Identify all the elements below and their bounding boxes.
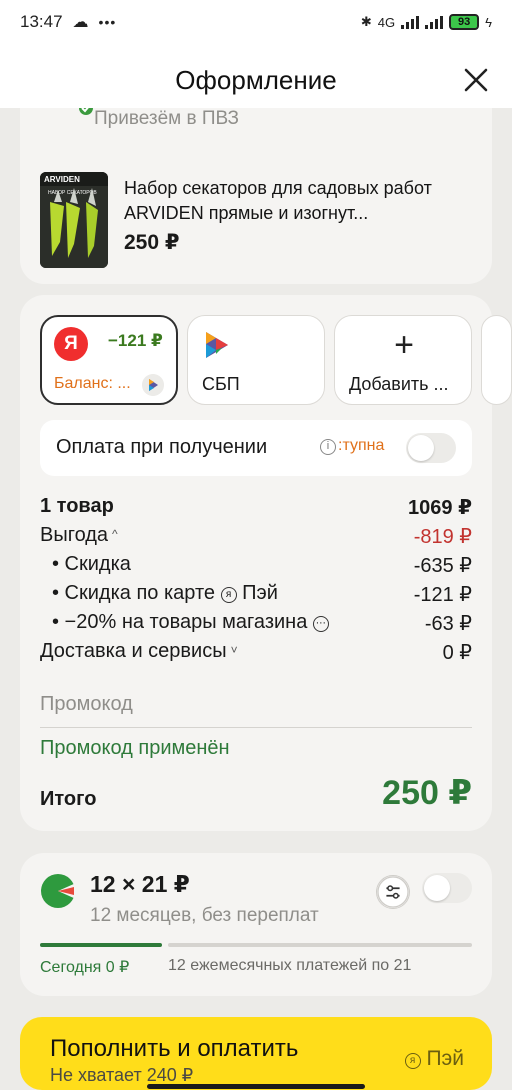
split-monthly: 12 ежемесячных платежей по 21: [168, 957, 412, 974]
split-payment-card[interactable]: 12 × 21 ₽ 12 месяцев, без переплат Сегод…: [20, 853, 492, 996]
status-time: 13:47: [20, 12, 63, 31]
order-card: Привезём в ПВЗ ARVIDEN НАБОР СЕКАТОРОВ Н…: [20, 102, 492, 284]
summary-card-discount-row: • Скидка по карте я Пэй -121 ₽: [40, 582, 472, 610]
card-discount-value: -121 ₽: [413, 584, 472, 606]
benefit-label: Выгода ^: [40, 524, 118, 547]
cash-on-delivery-option[interactable]: Оплата при получении i:тупна: [40, 420, 472, 476]
signal-icon: [401, 15, 420, 29]
chevron-up-icon: ^: [112, 527, 118, 541]
promo-code-status: Промокод применён: [40, 737, 230, 759]
sbp-icon: [206, 332, 228, 358]
summary-delivery-row[interactable]: Доставка и сервисы ˅ 0 ₽: [40, 640, 472, 668]
payment-method-yandex-balance[interactable]: Я −121 ₽ Баланс: ...: [40, 315, 178, 405]
status-icons: ✱ 4G 93 ϟ: [361, 14, 492, 30]
benefit-value: -819 ₽: [413, 526, 472, 548]
pay-button-label: Пополнить и оплатить: [50, 1035, 299, 1062]
total-label: Итого: [40, 788, 97, 810]
benefit-label-text: Выгода: [40, 524, 109, 546]
store-discount-label-text: • −20% на товары магазина: [52, 611, 308, 633]
promo-code-underline: [40, 727, 472, 728]
page-header: Оформление: [0, 52, 512, 108]
yandex-logo-icon: Я: [54, 327, 88, 361]
bluetooth-icon: ✱: [360, 14, 372, 29]
pay-button[interactable]: Пополнить и оплатить Не хватает 240 ₽ я …: [20, 1017, 492, 1090]
split-amount: 12 × 21 ₽: [90, 871, 190, 897]
delivery-label-text: Доставка и сервисы: [40, 640, 227, 662]
svg-text:ARVIDEN: ARVIDEN: [44, 175, 80, 184]
plus-icon: +: [394, 326, 414, 364]
home-indicator[interactable]: [147, 1084, 365, 1089]
payment-method-sbp[interactable]: СБП: [187, 315, 325, 405]
product-price: 250 ₽: [124, 231, 180, 254]
more-info-icon[interactable]: ⋯: [312, 616, 329, 632]
split-today: Сегодня 0 ₽: [40, 959, 130, 976]
summary-items-row: 1 товар 1069 ₽: [40, 495, 472, 523]
signal-icon-2: [425, 15, 444, 29]
product-thumbnail[interactable]: ARVIDEN НАБОР СЕКАТОРОВ: [40, 172, 108, 268]
payment-card: Я −121 ₽ Баланс: ... СБП + Добавить ...: [20, 295, 512, 831]
yandex-pay-icon: я: [404, 1053, 421, 1069]
split-progress-monthly: [168, 943, 472, 947]
sbp-label: СБП: [202, 374, 240, 394]
yandex-pay-icon: я: [220, 587, 237, 603]
chevron-down-icon: ˅: [230, 643, 238, 657]
split-progress-today: [40, 943, 162, 947]
cash-on-delivery-label: Оплата при получении: [56, 436, 268, 458]
cloud-icon: ☁: [72, 14, 89, 31]
split-subtitle: 12 месяцев, без переплат: [90, 905, 319, 926]
yandex-pay-label: я Пэй: [404, 1047, 464, 1071]
cash-on-delivery-info[interactable]: i:тупна: [320, 437, 384, 455]
balance-label: Баланс: ...: [54, 375, 131, 392]
page-title: Оформление: [175, 64, 337, 95]
cash-on-delivery-toggle[interactable]: [406, 433, 456, 463]
pay-button-note: Не хватает 240 ₽: [50, 1065, 194, 1085]
summary-benefit-row[interactable]: Выгода ^ -819 ₽: [40, 524, 472, 552]
summary-store-discount-row: • −20% на товары магазина ⋯ -63 ₽: [40, 611, 472, 639]
card-discount-label: • Скидка по карте я Пэй: [52, 582, 278, 605]
promo-code-input[interactable]: Промокод: [40, 693, 472, 716]
card-discount-label-text: • Скидка по карте: [52, 582, 216, 604]
items-label: 1 товар: [40, 495, 114, 517]
add-payment-method-button[interactable]: + Добавить ...: [334, 315, 472, 405]
summary-discount-row: • Скидка -635 ₽: [40, 553, 472, 581]
payment-methods: Я −121 ₽ Баланс: ... СБП + Добавить ...: [40, 315, 512, 405]
store-discount-label: • −20% на товары магазина ⋯: [52, 611, 329, 634]
close-icon[interactable]: [460, 64, 492, 96]
charging-icon: ϟ: [485, 14, 492, 30]
delivery-label: Доставка и сервисы ˅: [40, 640, 238, 663]
card-discount-brand: Пэй: [242, 582, 278, 604]
store-discount-value: -63 ₽: [424, 613, 472, 635]
status-bar: 13:47 ☁ ••• ✱ 4G 93 ϟ: [0, 0, 512, 44]
product-name[interactable]: Набор секаторов для садовых работ ARVIDE…: [124, 176, 474, 226]
network-type: 4G: [377, 14, 396, 30]
discount-label: • Скидка: [52, 553, 131, 575]
more-notifications-icon: •••: [98, 14, 117, 30]
info-icon: i: [320, 439, 336, 455]
delivery-type: Привезём в ПВЗ: [94, 108, 240, 129]
battery-icon: 93: [449, 14, 480, 30]
discount-value: -635 ₽: [413, 555, 472, 577]
sbp-mini-icon: [142, 374, 164, 396]
split-toggle[interactable]: [422, 873, 472, 903]
yandex-pay-brand: Пэй: [426, 1047, 464, 1070]
split-logo-icon: [41, 874, 76, 908]
product-image: ARVIDEN НАБОР СЕКАТОРОВ: [40, 172, 108, 268]
balance-amount: −121 ₽: [108, 331, 163, 350]
delivery-value: 0 ₽: [442, 642, 472, 664]
items-value: 1069 ₽: [408, 497, 472, 519]
payment-method-more[interactable]: [481, 315, 512, 405]
cash-on-delivery-info-text: :тупна: [338, 437, 385, 454]
add-method-label: Добавить ...: [349, 374, 449, 394]
total-value: 250 ₽: [382, 774, 472, 812]
split-settings-icon[interactable]: [376, 875, 410, 909]
